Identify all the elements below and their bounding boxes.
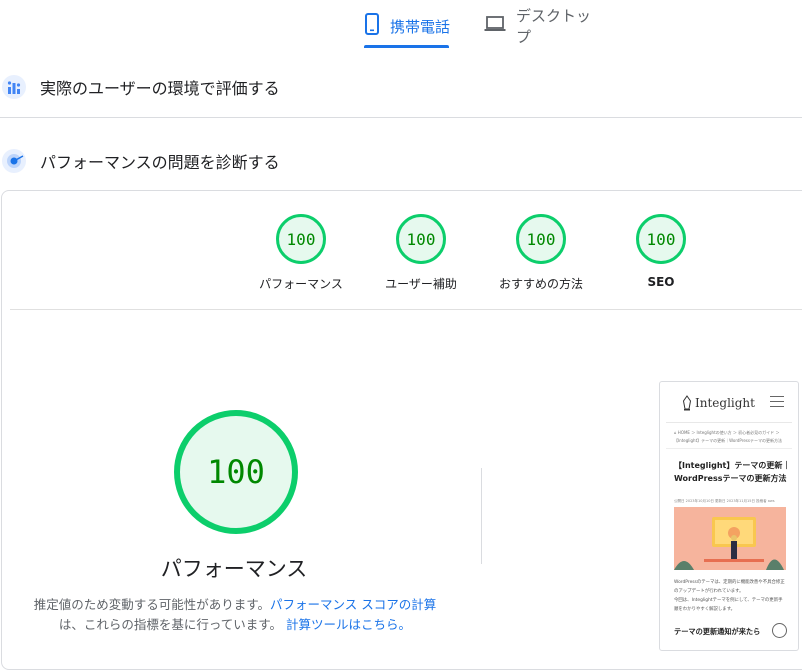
- users-chart-icon: [0, 73, 28, 101]
- article-title: 【Integlight】テーマの更新｜WordPressテーマの更新方法: [674, 461, 791, 483]
- hero-illustration: [674, 507, 786, 570]
- article-meta: 公開日 2023年10月10日 更新日 2023年11月15日 投稿者 aws: [674, 499, 775, 503]
- tab-desktop-label: デスクトップ: [516, 7, 592, 46]
- header-divider: [666, 422, 792, 423]
- vertical-separator: [481, 468, 482, 564]
- section-heading: テーマの更新通知が来たら: [674, 627, 761, 636]
- gauge-label: ユーザー補助: [385, 277, 457, 291]
- field-data-header: 実際のユーザーの環境で評価する: [0, 72, 802, 102]
- article-text: 順をわかりやすく解説します。: [674, 607, 736, 612]
- tab-mobile-label: 携帯電話: [390, 17, 451, 36]
- circle-icon: [772, 623, 787, 638]
- gauge-seo[interactable]: 100 SEO: [611, 214, 711, 289]
- smartphone-icon: [364, 13, 380, 39]
- score-note-line1: 推定値のため変動する可能性があります。パフォーマンス スコアの計算: [30, 594, 440, 613]
- breadcrumb-current: 【Integlight】テーマの更新｜WordPressテーマの更新方法: [674, 438, 782, 443]
- note-text: 推定値のため変動する可能性があります。: [33, 597, 271, 612]
- field-data-title: 実際のユーザーの環境で評価する: [40, 79, 280, 98]
- gauges-divider: [10, 309, 802, 310]
- score-calculation-link[interactable]: パフォーマンス スコアの計算: [270, 597, 436, 612]
- site-logo-text: Integlight: [695, 396, 755, 410]
- breadcrumb: ⌂ HOME ＞ Integlightの使い方 ＞ 初心者必見のガイド ＞: [674, 430, 780, 435]
- gauge-score: 100: [396, 214, 446, 264]
- diagnose-title: パフォーマンスの問題を診断する: [40, 153, 280, 172]
- tab-mobile[interactable]: 携帯電話: [364, 6, 450, 46]
- gauge-label: おすすめの方法: [498, 277, 583, 291]
- site-logo: Integlight: [682, 395, 755, 411]
- section-divider: [0, 117, 802, 118]
- diagnose-header: パフォーマンスの問題を診断する: [0, 146, 802, 176]
- note-text: は、これらの指標を基に行っています。: [58, 617, 283, 632]
- hamburger-menu-icon: [770, 396, 784, 411]
- performance-score-gauge: 100: [174, 410, 298, 534]
- performance-label: パフォーマンス: [160, 557, 308, 581]
- breadcrumb-divider: [666, 448, 792, 449]
- gauge-performance[interactable]: 100 パフォーマンス: [251, 214, 351, 292]
- gauge-label: パフォーマンス: [259, 277, 343, 291]
- article-text: WordPressのテーマは、定期的に機能改善や不具合修正: [674, 580, 785, 585]
- article-text: 今回は、Integlightテーマを例にして、テーマの更新手: [674, 598, 783, 603]
- score-note-line2: は、これらの指標を基に行っています。 計算ツールはこちら。: [30, 614, 440, 633]
- laptop-icon: [484, 16, 506, 36]
- active-tab-indicator: [364, 45, 449, 48]
- gauge-accessibility[interactable]: 100 ユーザー補助: [371, 214, 471, 292]
- final-screenshot: Integlight ⌂ HOME ＞ Integlightの使い方 ＞ 初心者…: [659, 381, 799, 651]
- gauge-best-practices[interactable]: 100 おすすめの方法: [491, 214, 591, 292]
- article-text: のアップデートが行われています。: [674, 589, 744, 594]
- gauge-score: 100: [636, 214, 686, 264]
- gauge-label: SEO: [647, 275, 675, 289]
- tab-desktop[interactable]: デスクトップ: [484, 6, 604, 46]
- lamp-icon: [682, 395, 692, 411]
- lighthouse-icon: [0, 147, 28, 175]
- calculator-link[interactable]: 計算ツールはこちら。: [286, 617, 411, 632]
- gauge-score: 100: [516, 214, 566, 264]
- device-tabs: 携帯電話 デスクトップ: [0, 0, 802, 50]
- gauge-score: 100: [276, 214, 326, 264]
